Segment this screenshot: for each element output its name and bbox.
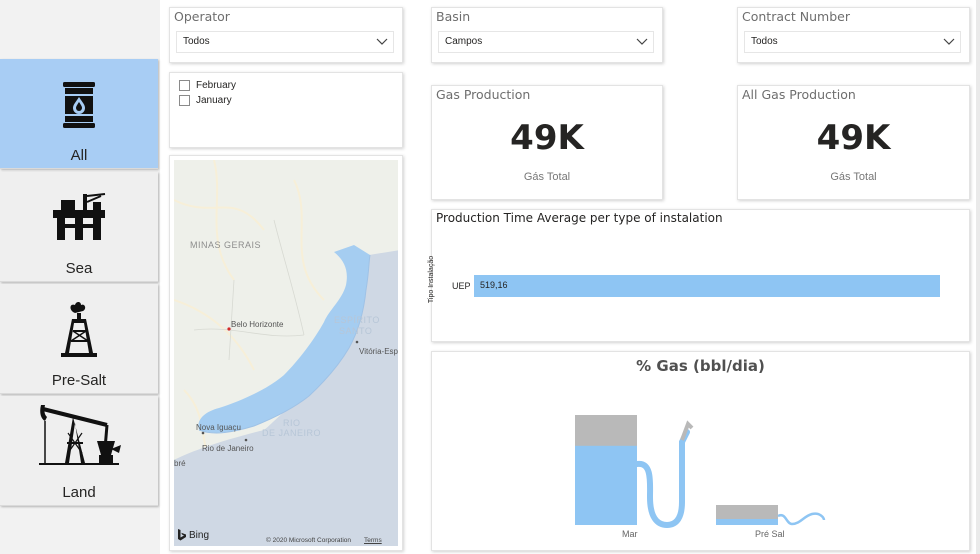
category-label: UEP — [452, 281, 471, 291]
map-label-city: Rio de Janeiro — [202, 444, 254, 453]
bing-label: Bing — [189, 529, 210, 541]
month-slicer: February January — [169, 72, 403, 148]
nav-button-sea[interactable]: Sea — [0, 172, 158, 282]
map-label-city: Vitória-Espi — [359, 347, 398, 356]
all-gas-production-card[interactable]: All Gas Production 49K Gás Total — [737, 85, 970, 200]
fuel-pumps-graphic — [575, 415, 826, 529]
bing-icon — [178, 529, 186, 541]
oil-barrel-icon — [0, 69, 158, 141]
checkbox[interactable] — [179, 80, 190, 91]
month-option-february[interactable]: February — [179, 80, 236, 91]
operator-dropdown[interactable]: Todos — [176, 31, 394, 53]
map-label-state: ESPÍRITO — [334, 315, 380, 325]
map-canvas[interactable]: MINAS GERAIS Belo Horizonte ESPÍRITO SAN… — [174, 160, 398, 546]
gas-percentage-visual[interactable]: % Gas (bbl/dia) Mar Pré Sal — [431, 351, 970, 551]
offshore-platform-icon — [0, 182, 158, 254]
map-copyright: © 2020 Microsoft Corporation — [266, 537, 351, 544]
nav-label-land: Land — [62, 484, 96, 501]
chevron-down-icon — [636, 38, 648, 45]
pumpjack-icon — [0, 398, 158, 470]
all-gas-production-value: 49K — [816, 118, 891, 158]
chevron-down-icon — [376, 38, 388, 45]
y-axis-title: Tipo Instalação — [428, 255, 436, 304]
map-label-state: SANTO — [339, 326, 373, 336]
nav-button-pre-salt[interactable]: Pre-Salt — [0, 284, 158, 394]
map-label-city: Nova Iguaçu — [196, 423, 241, 432]
month-label: January — [196, 95, 232, 106]
oil-derrick-icon — [0, 294, 158, 366]
month-label: February — [196, 80, 237, 91]
checkbox[interactable] — [179, 95, 190, 106]
bing-logo: Bing — [177, 529, 209, 541]
map-label-state: DE JANEIRO — [262, 428, 322, 438]
nav-button-all[interactable]: All — [0, 59, 158, 169]
production-time-chart[interactable]: Production Time Average per type of inst… — [428, 209, 970, 342]
chart-title: Production Time Average per type of inst… — [436, 211, 723, 225]
map-label-state: RIO — [283, 418, 301, 428]
all-gas-production-title: All Gas Production — [742, 87, 856, 102]
pump-label-mar: Mar — [622, 529, 638, 539]
operator-slicer: Operator Todos — [169, 7, 403, 63]
basin-dropdown[interactable]: Campos — [438, 31, 654, 53]
bar-uep[interactable] — [474, 275, 940, 297]
map-label-city: bré — [174, 459, 186, 468]
contract-number-slicer: Contract Number Todos — [737, 7, 970, 63]
gas-production-caption: Gás Total — [523, 171, 571, 183]
basin-title: Basin — [436, 9, 471, 24]
fuel-pump-icon — [575, 415, 694, 529]
operator-selected-value: Todos — [183, 36, 210, 47]
all-gas-production-caption: Gás Total — [830, 171, 877, 183]
data-label: 519,16 — [480, 280, 508, 290]
chevron-down-icon — [943, 38, 955, 45]
contract-title: Contract Number — [742, 9, 850, 24]
basin-selected-value: Campos — [445, 36, 483, 47]
map-label-city: Belo Horizonte — [231, 320, 284, 329]
nav-label-sea: Sea — [65, 260, 93, 277]
gas-production-title: Gas Production — [436, 87, 531, 102]
scrollbar-track[interactable] — [976, 0, 980, 554]
fuel-pump-icon — [716, 505, 826, 526]
month-option-january[interactable]: January — [179, 95, 232, 106]
pump-label-pre-sal: Pré Sal — [755, 529, 785, 539]
nav-label-pre-salt: Pre-Salt — [51, 372, 107, 389]
contract-dropdown[interactable]: Todos — [744, 31, 961, 53]
nav-label-all: All — [70, 147, 88, 164]
gas-production-value: 49K — [510, 118, 584, 158]
contract-selected-value: Todos — [751, 36, 778, 47]
basin-slicer: Basin Campos — [431, 7, 663, 63]
map-terms-link[interactable]: Terms — [364, 537, 382, 544]
operator-title: Operator — [174, 9, 230, 24]
gas-production-card[interactable]: Gas Production 49K Gás Total — [431, 85, 663, 200]
map-label-state: MINAS GERAIS — [190, 240, 262, 250]
map-visual[interactable]: MINAS GERAIS Belo Horizonte ESPÍRITO SAN… — [169, 155, 403, 551]
nav-button-land[interactable]: Land — [0, 396, 158, 506]
